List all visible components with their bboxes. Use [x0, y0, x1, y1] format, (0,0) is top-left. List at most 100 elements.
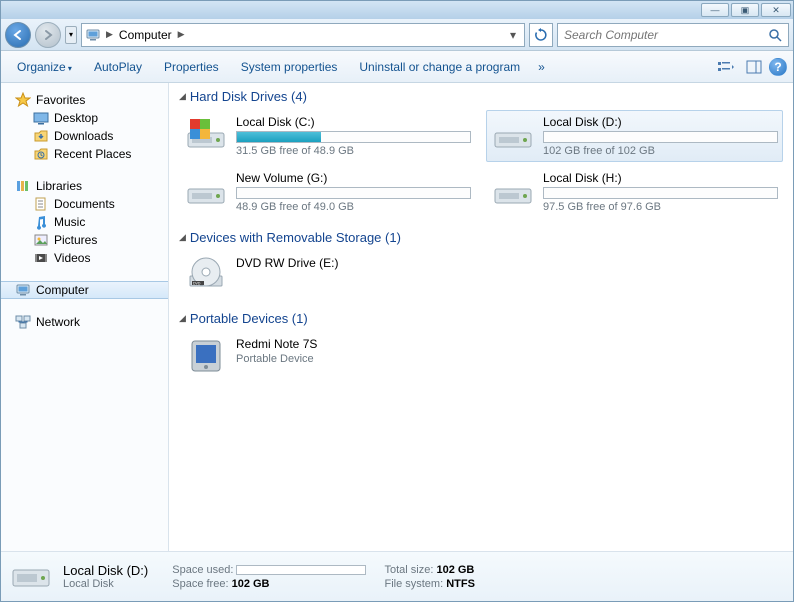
portable-device[interactable]: Redmi Note 7S Portable Device	[179, 332, 783, 380]
drive-name: Local Disk (C:)	[236, 115, 471, 129]
drive-name: Local Disk (D:)	[543, 115, 778, 129]
breadcrumb-computer[interactable]: Computer	[117, 28, 174, 42]
drive-free-text: 48.9 GB free of 49.0 GB	[236, 201, 471, 213]
breadcrumb-dropdown[interactable]: ▾	[504, 28, 522, 42]
videos-icon	[33, 250, 49, 266]
network-icon	[15, 314, 31, 330]
breadcrumb-separator[interactable]: ▶	[174, 29, 189, 40]
sidebar-label: Recent Places	[54, 147, 131, 161]
forward-button[interactable]	[35, 22, 61, 48]
drive-usage-bar	[236, 187, 471, 199]
drive-usage-bar	[236, 131, 471, 143]
sidebar-item-desktop[interactable]: Desktop	[1, 109, 168, 127]
collapse-icon: ◢	[179, 232, 186, 243]
search-input[interactable]	[564, 28, 768, 42]
group-header-removable[interactable]: ◢ Devices with Removable Storage (1)	[179, 230, 783, 245]
autoplay-button[interactable]: AutoPlay	[84, 56, 152, 78]
music-icon	[33, 214, 49, 230]
refresh-button[interactable]	[529, 23, 553, 47]
breadcrumb-separator[interactable]: ▶	[102, 29, 117, 40]
group-header-hdd[interactable]: ◢ Hard Disk Drives (4)	[179, 89, 783, 104]
star-icon	[15, 92, 31, 108]
group-header-portable[interactable]: ◢ Portable Devices (1)	[179, 311, 783, 326]
uninstall-button[interactable]: Uninstall or change a program	[349, 56, 530, 78]
window-titlebar: — ▣ ✕	[1, 1, 793, 19]
sidebar-label: Documents	[54, 197, 115, 211]
sidebar-label: Music	[54, 215, 85, 229]
sidebar-libraries[interactable]: Libraries	[1, 177, 168, 195]
navigation-pane: Favorites Desktop Downloads Recent Place…	[1, 83, 169, 551]
search-box[interactable]	[557, 23, 789, 47]
sidebar-favorites[interactable]: Favorites	[1, 91, 168, 109]
group-title: Hard Disk Drives (4)	[190, 89, 307, 104]
recent-icon	[33, 146, 49, 162]
sidebar-item-documents[interactable]: Documents	[1, 195, 168, 213]
properties-button[interactable]: Properties	[154, 56, 229, 78]
drive-free-text: 97.5 GB free of 97.6 GB	[543, 201, 778, 213]
drive-item[interactable]: Local Disk (H:)97.5 GB free of 97.6 GB	[486, 166, 783, 218]
content-pane: ◢ Hard Disk Drives (4) Local Disk (C:)31…	[169, 83, 793, 551]
sidebar-item-videos[interactable]: Videos	[1, 249, 168, 267]
portable-device-icon	[184, 337, 228, 375]
drive-item[interactable]: Local Disk (D:)102 GB free of 102 GB	[486, 110, 783, 162]
drive-item[interactable]: New Volume (G:) 48.9 GB free of 49.0 GB	[179, 166, 476, 218]
device-name: Redmi Note 7S	[236, 337, 778, 351]
breadcrumb[interactable]: ▶ Computer ▶ ▾	[81, 23, 525, 47]
downloads-icon	[33, 128, 49, 144]
back-button[interactable]	[5, 22, 31, 48]
sidebar-label: Videos	[54, 251, 90, 265]
dvd-drive-icon: DVD	[184, 256, 228, 294]
drive-dvd[interactable]: DVD DVD RW Drive (E:)	[179, 251, 783, 299]
sidebar-item-music[interactable]: Music	[1, 213, 168, 231]
sidebar-label: Network	[36, 315, 80, 329]
sidebar-label: Downloads	[54, 129, 113, 143]
sidebar-label: Libraries	[36, 179, 82, 193]
details-value: 102 GB	[436, 564, 474, 576]
device-type: Portable Device	[236, 353, 778, 365]
collapse-icon: ◢	[179, 91, 186, 102]
details-label: File system:	[384, 578, 443, 590]
group-title: Devices with Removable Storage (1)	[190, 230, 401, 245]
space-used-bar	[236, 565, 366, 575]
preview-pane-button[interactable]	[741, 56, 767, 78]
sidebar-item-network[interactable]: Network	[1, 313, 168, 331]
drive-icon	[9, 558, 53, 596]
hard-drive-icon	[184, 115, 228, 153]
maximize-button[interactable]: ▣	[731, 3, 759, 17]
drive-name: DVD RW Drive (E:)	[236, 256, 778, 270]
sidebar-label: Computer	[36, 283, 89, 297]
hard-drive-icon	[491, 171, 535, 209]
details-pane: Local Disk (D:) Local Disk Space used: T…	[1, 551, 793, 601]
system-properties-button[interactable]: System properties	[231, 56, 348, 78]
computer-icon	[84, 26, 102, 44]
details-value: 102 GB	[232, 578, 270, 590]
details-value: NTFS	[446, 578, 475, 590]
help-button[interactable]: ?	[769, 58, 787, 76]
toolbar: Organize AutoPlay Properties System prop…	[1, 51, 793, 83]
details-label: Space used:	[172, 564, 233, 576]
close-button[interactable]: ✕	[761, 3, 791, 17]
svg-text:DVD: DVD	[193, 282, 201, 286]
drive-name: New Volume (G:)	[236, 171, 471, 185]
computer-icon	[15, 282, 31, 298]
organize-menu[interactable]: Organize	[7, 56, 82, 78]
sidebar-item-computer[interactable]: Computer	[1, 281, 168, 299]
minimize-button[interactable]: —	[701, 3, 729, 17]
details-label: Total size:	[384, 564, 433, 576]
drive-usage-bar	[543, 131, 778, 143]
documents-icon	[33, 196, 49, 212]
sidebar-item-recent[interactable]: Recent Places	[1, 145, 168, 163]
sidebar-item-downloads[interactable]: Downloads	[1, 127, 168, 145]
hard-drive-icon	[184, 171, 228, 209]
desktop-icon	[33, 110, 49, 126]
sidebar-label: Pictures	[54, 233, 97, 247]
view-options-button[interactable]	[713, 56, 739, 78]
nav-history-dropdown[interactable]: ▾	[65, 26, 77, 44]
sidebar-item-pictures[interactable]: Pictures	[1, 231, 168, 249]
toolbar-overflow[interactable]: »	[532, 60, 551, 74]
details-name: Local Disk (D:)	[63, 563, 148, 578]
hard-drive-icon	[491, 115, 535, 153]
details-type: Local Disk	[63, 578, 148, 590]
drive-item[interactable]: Local Disk (C:)31.5 GB free of 48.9 GB	[179, 110, 476, 162]
collapse-icon: ◢	[179, 313, 186, 324]
